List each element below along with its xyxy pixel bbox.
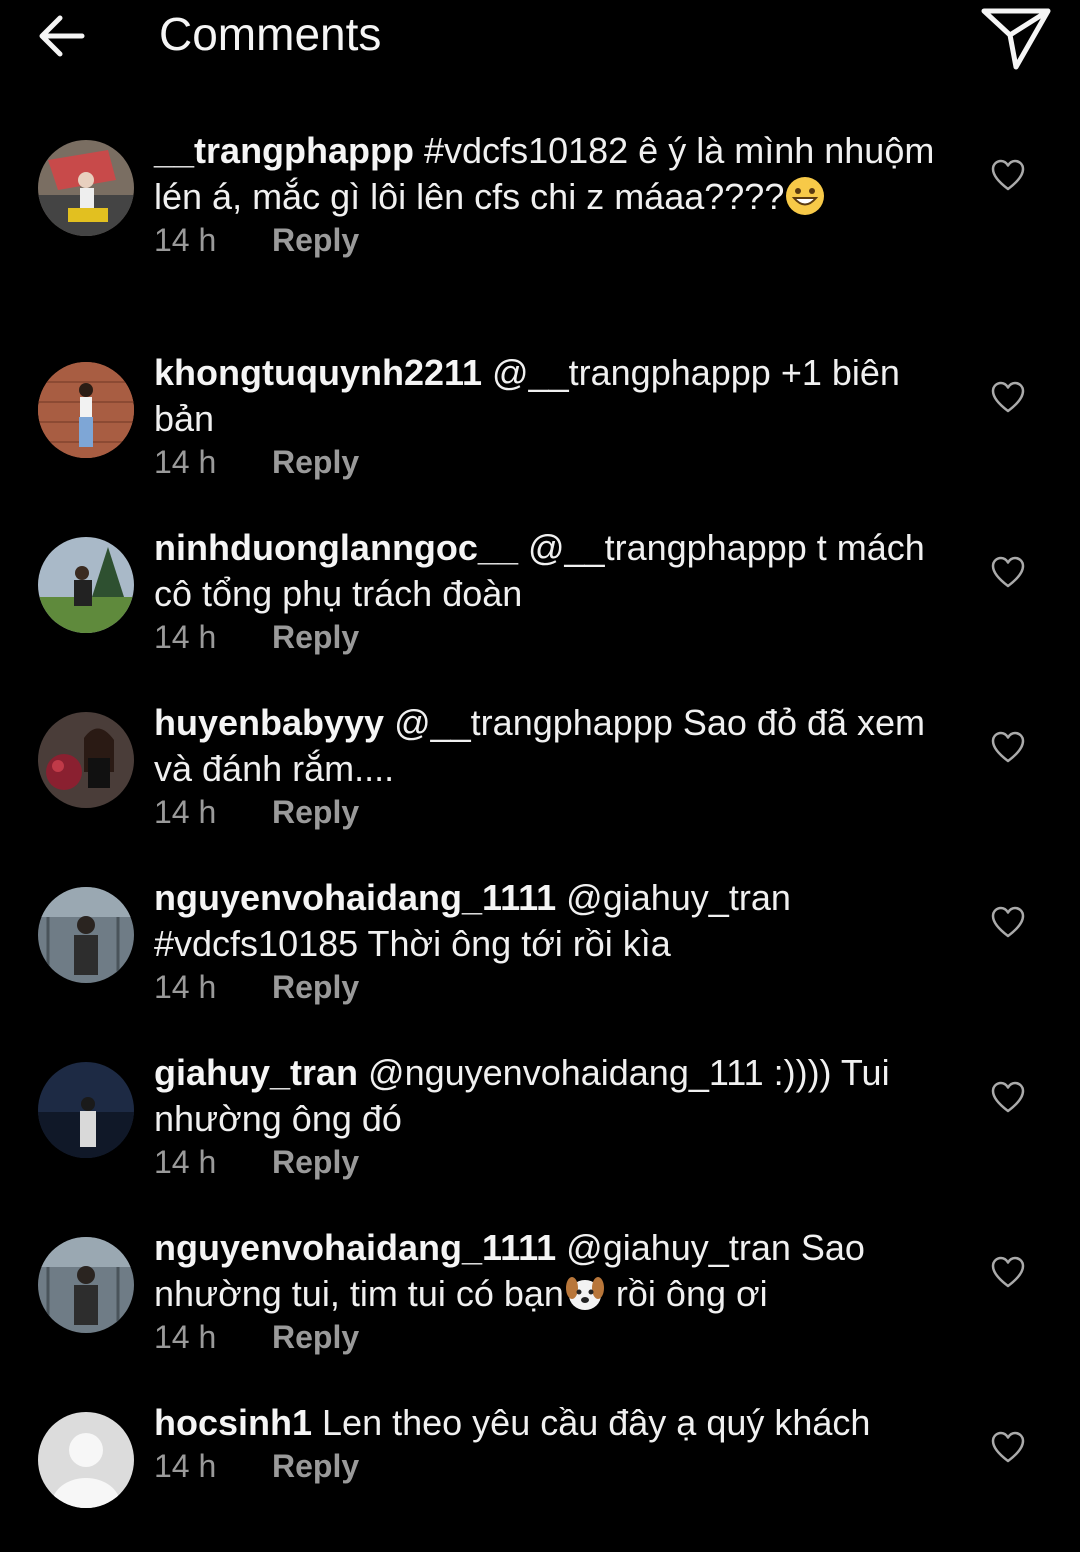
comment-meta: 14 h Reply bbox=[154, 792, 944, 832]
comment-content: Len theo yêu cầu đây ạ quý khách bbox=[312, 1402, 871, 1443]
reply-button[interactable]: Reply bbox=[272, 792, 359, 832]
avatar[interactable] bbox=[38, 1062, 134, 1158]
comment-meta: 14 h Reply bbox=[154, 967, 944, 1007]
comment-meta: 14 h Reply bbox=[154, 617, 944, 657]
comment-username[interactable]: nguyenvohaidang_1111 bbox=[154, 1227, 556, 1268]
comment-meta: 14 h Reply bbox=[154, 1317, 944, 1357]
grinning-face-emoji-icon bbox=[786, 177, 825, 215]
comment-text: khongtuquynh2211 @__trangphappp +1 biên … bbox=[154, 350, 944, 442]
comment-username[interactable]: huyenbabyyy bbox=[154, 702, 384, 743]
comment-meta: 14 h Reply bbox=[154, 1446, 944, 1486]
comment-time: 14 h bbox=[154, 1319, 217, 1355]
comment-username[interactable]: __trangphappp bbox=[154, 130, 414, 171]
comment-content-after: rồi ông ơi bbox=[605, 1273, 768, 1314]
top-bar: Comments bbox=[0, 0, 1080, 80]
avatar[interactable] bbox=[38, 1412, 134, 1508]
avatar[interactable] bbox=[38, 140, 134, 236]
share-button[interactable] bbox=[976, 2, 1056, 74]
heart-icon[interactable] bbox=[990, 380, 1026, 414]
comment-text: ninhduonglanngoc__ @__trangphappp t mách… bbox=[154, 525, 944, 617]
dog-face-emoji-icon bbox=[565, 1277, 604, 1310]
reply-button[interactable]: Reply bbox=[272, 442, 359, 482]
avatar[interactable] bbox=[38, 362, 134, 458]
page-title: Comments bbox=[159, 8, 382, 60]
comment-username[interactable]: ninhduonglanngoc__ bbox=[154, 527, 518, 568]
comment-meta: 14 h Reply bbox=[154, 442, 944, 482]
back-button[interactable] bbox=[30, 8, 92, 64]
send-icon bbox=[981, 8, 1051, 70]
comment-time: 14 h bbox=[154, 619, 217, 655]
heart-icon[interactable] bbox=[990, 555, 1026, 589]
comment-time: 14 h bbox=[154, 444, 217, 480]
comment-username[interactable]: hocsinh1 bbox=[154, 1402, 312, 1443]
comment-username[interactable]: giahuy_tran bbox=[154, 1052, 358, 1093]
heart-icon[interactable] bbox=[990, 158, 1026, 192]
comment-text: nguyenvohaidang_1111 @giahuy_tran #vdcfs… bbox=[154, 875, 944, 967]
reply-button[interactable]: Reply bbox=[272, 1317, 359, 1357]
comment-meta: 14 h Reply bbox=[154, 220, 944, 260]
avatar[interactable] bbox=[38, 712, 134, 808]
comment-time: 14 h bbox=[154, 969, 217, 1005]
avatar[interactable] bbox=[38, 537, 134, 633]
comment-text: nguyenvohaidang_1111 @giahuy_tran Sao nh… bbox=[154, 1225, 944, 1317]
comment-username[interactable]: khongtuquynh2211 bbox=[154, 352, 482, 393]
reply-button[interactable]: Reply bbox=[272, 1446, 359, 1486]
heart-icon[interactable] bbox=[990, 1430, 1026, 1464]
heart-icon[interactable] bbox=[990, 905, 1026, 939]
comment-username[interactable]: nguyenvohaidang_1111 bbox=[154, 877, 556, 918]
back-arrow-icon bbox=[39, 15, 85, 57]
avatar[interactable] bbox=[38, 1237, 134, 1333]
comment-time: 14 h bbox=[154, 1448, 217, 1484]
comment-time: 14 h bbox=[154, 222, 217, 258]
reply-button[interactable]: Reply bbox=[272, 967, 359, 1007]
reply-button[interactable]: Reply bbox=[272, 1142, 359, 1182]
reply-button[interactable]: Reply bbox=[272, 220, 359, 260]
comment-text: huyenbabyyy @__trangphappp Sao đỏ đã xem… bbox=[154, 700, 944, 792]
avatar[interactable] bbox=[38, 887, 134, 983]
comment-meta: 14 h Reply bbox=[154, 1142, 944, 1182]
comment-text: hocsinh1 Len theo yêu cầu đây ạ quý khác… bbox=[154, 1400, 944, 1446]
reply-button[interactable]: Reply bbox=[272, 617, 359, 657]
comment-time: 14 h bbox=[154, 794, 217, 830]
comment-text: __trangphappp #vdcfs10182 ê ý là mình nh… bbox=[154, 128, 944, 220]
heart-icon[interactable] bbox=[990, 1080, 1026, 1114]
comment-text: giahuy_tran @nguyenvohaidang_111 :)))) T… bbox=[154, 1050, 944, 1142]
heart-icon[interactable] bbox=[990, 730, 1026, 764]
default-profile-icon bbox=[38, 1412, 134, 1508]
comment-time: 14 h bbox=[154, 1144, 217, 1180]
heart-icon[interactable] bbox=[990, 1255, 1026, 1289]
